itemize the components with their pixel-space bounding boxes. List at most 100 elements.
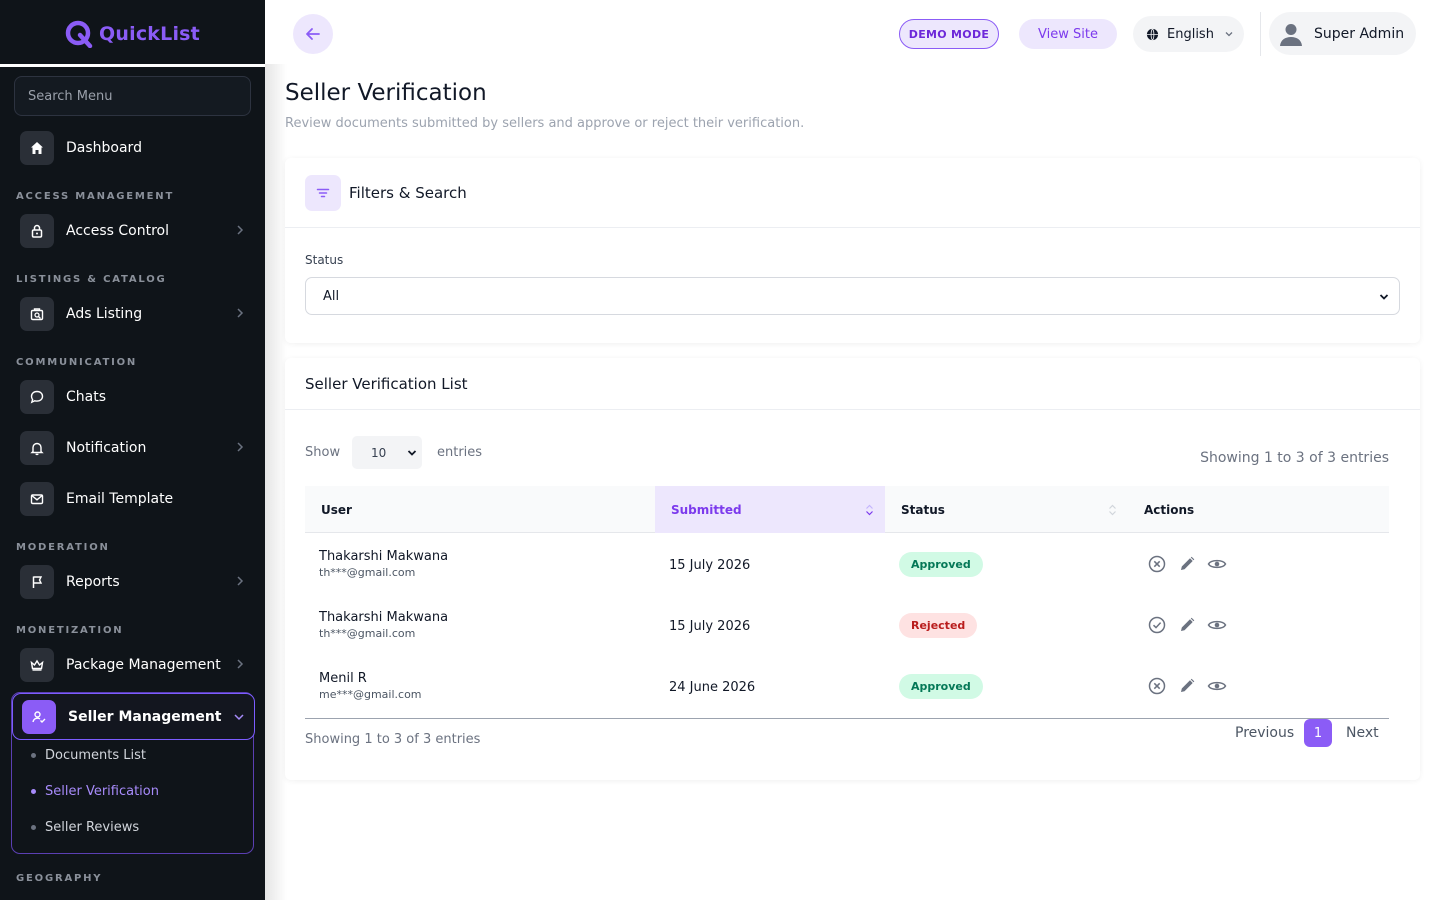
chevron-right-icon xyxy=(237,659,244,669)
table-row: Menil R me***@gmail.com 24 June 2026 App… xyxy=(305,656,1389,717)
sidebar-item-package-management[interactable]: Package Management xyxy=(20,647,252,683)
column-header-label: User xyxy=(321,502,352,517)
pagination-previous[interactable]: Previous xyxy=(1235,725,1294,741)
sidebar-item-seller-management[interactable]: Seller Management xyxy=(12,693,255,740)
bullet-dot-icon xyxy=(31,753,36,758)
status-filter-select[interactable]: All xyxy=(305,277,1400,315)
reject-circle-x-icon[interactable] xyxy=(1147,554,1167,574)
column-header-user[interactable]: User xyxy=(305,486,655,533)
chevron-right-icon xyxy=(237,576,244,586)
column-header-status[interactable]: Status xyxy=(885,486,1117,533)
column-header-actions: Actions xyxy=(1117,486,1389,533)
user-name: Super Admin xyxy=(1314,25,1405,42)
column-header-label: Actions xyxy=(1144,502,1195,517)
sidebar-item-label: Seller Management xyxy=(68,709,222,725)
view-site-button[interactable]: View Site xyxy=(1019,19,1117,49)
sidebar-item-email-template[interactable]: Email Template xyxy=(20,481,252,517)
status-filter-value: All xyxy=(323,288,340,304)
sidebar-subitem-seller-verification[interactable]: Seller Verification xyxy=(31,784,159,799)
bullet-dot-icon xyxy=(31,789,36,794)
ads-listing-icon xyxy=(20,297,54,331)
chevron-down-icon xyxy=(1379,294,1389,300)
user-email: th***@gmail.com xyxy=(319,566,416,579)
filters-card: Filters & Search Status All xyxy=(285,158,1420,343)
pagination-page-1[interactable]: 1 xyxy=(1304,719,1332,747)
search-menu-input[interactable]: Search Menu xyxy=(14,76,251,116)
mail-icon xyxy=(20,482,54,516)
sidebar: QuickList Search Menu Dashboard ACCESS M… xyxy=(0,0,265,900)
entries-per-page-value: 10 xyxy=(371,445,387,460)
seller-management-group: Seller Management Documents List Seller … xyxy=(11,692,255,854)
user-name: Menil R xyxy=(319,671,367,686)
home-icon xyxy=(20,131,54,165)
view-eye-icon[interactable] xyxy=(1207,554,1227,574)
chat-bubble-icon xyxy=(20,380,54,414)
column-header-submitted[interactable]: Submitted xyxy=(655,486,885,533)
pagination-next[interactable]: Next xyxy=(1346,725,1379,741)
chevron-right-icon xyxy=(237,442,244,452)
language-selector[interactable]: English xyxy=(1133,16,1244,52)
list-header: Seller Verification List xyxy=(285,358,1420,410)
page-title: Seller Verification xyxy=(285,80,487,106)
user-check-icon xyxy=(22,700,56,734)
section-label-moderation: MODERATION xyxy=(16,542,110,553)
showing-entries-info-bottom: Showing 1 to 3 of 3 entries xyxy=(305,732,481,747)
reject-circle-x-icon[interactable] xyxy=(1147,676,1167,696)
sidebar-item-chats[interactable]: Chats xyxy=(20,379,252,415)
section-label-access: ACCESS MANAGEMENT xyxy=(16,191,175,202)
approve-circle-check-icon[interactable] xyxy=(1147,615,1167,635)
table-header: User Submitted Status Actions xyxy=(305,486,1389,533)
sidebar-item-label: Chats xyxy=(66,389,107,405)
section-label-communication: COMMUNICATION xyxy=(16,357,138,368)
sidebar-subitem-label: Documents List xyxy=(45,748,146,763)
section-label-geography: GEOGRAPHY xyxy=(16,873,103,884)
status-badge: Approved xyxy=(899,674,983,699)
sort-icon xyxy=(1109,504,1116,516)
sort-icon xyxy=(866,504,873,516)
edit-pencil-icon[interactable] xyxy=(1177,615,1197,635)
sidebar-item-notification[interactable]: Notification xyxy=(20,430,252,466)
quicklist-logo-icon xyxy=(65,20,93,48)
flag-icon xyxy=(20,565,54,599)
user-menu-button[interactable]: Super Admin xyxy=(1269,12,1416,55)
chevron-down-icon xyxy=(234,714,244,721)
filter-icon xyxy=(305,175,341,211)
sidebar-item-label: Access Control xyxy=(66,223,169,239)
sidebar-item-ads-listing[interactable]: Ads Listing xyxy=(20,296,252,332)
column-header-label: Submitted xyxy=(671,502,742,517)
sidebar-item-access-control[interactable]: Access Control xyxy=(20,213,252,249)
sidebar-item-dashboard[interactable]: Dashboard xyxy=(20,130,252,166)
row-actions xyxy=(1147,615,1227,635)
brand-logo[interactable]: QuickList xyxy=(0,4,265,64)
sidebar-subitem-seller-reviews[interactable]: Seller Reviews xyxy=(31,820,139,835)
table-row: Thakarshi Makwana th***@gmail.com 15 Jul… xyxy=(305,595,1389,656)
table-row: Thakarshi Makwana th***@gmail.com 15 Jul… xyxy=(305,534,1389,595)
sidebar-item-label: Reports xyxy=(66,574,120,590)
edit-pencil-icon[interactable] xyxy=(1177,554,1197,574)
user-email: th***@gmail.com xyxy=(319,627,416,640)
section-label-monetization: MONETIZATION xyxy=(16,625,124,636)
topbar-divider xyxy=(1260,12,1261,56)
crown-icon xyxy=(20,648,54,682)
filters-header: Filters & Search xyxy=(285,158,1420,228)
verification-list-card: Seller Verification List Show 10 entries… xyxy=(285,358,1420,780)
sidebar-subitem-documents-list[interactable]: Documents List xyxy=(31,748,146,763)
status-badge: Rejected xyxy=(899,613,978,638)
sidebar-item-reports[interactable]: Reports xyxy=(20,564,252,600)
bullet-dot-icon xyxy=(31,825,36,830)
submitted-date: 15 July 2026 xyxy=(669,619,751,634)
list-title: Seller Verification List xyxy=(305,375,468,393)
view-eye-icon[interactable] xyxy=(1207,615,1227,635)
arrow-left-icon xyxy=(306,28,320,40)
entries-per-page-select[interactable]: 10 xyxy=(352,436,422,469)
page-subtitle: Review documents submitted by sellers an… xyxy=(285,116,805,131)
view-eye-icon[interactable] xyxy=(1207,676,1227,696)
globe-icon xyxy=(1146,28,1159,40)
chevron-right-icon xyxy=(237,308,244,318)
sidebar-item-label: Dashboard xyxy=(66,140,142,156)
chevron-down-icon xyxy=(407,450,417,456)
back-button[interactable] xyxy=(293,14,333,54)
edit-pencil-icon[interactable] xyxy=(1177,676,1197,696)
sidebar-item-label: Package Management xyxy=(66,657,221,673)
column-header-label: Status xyxy=(901,502,945,517)
